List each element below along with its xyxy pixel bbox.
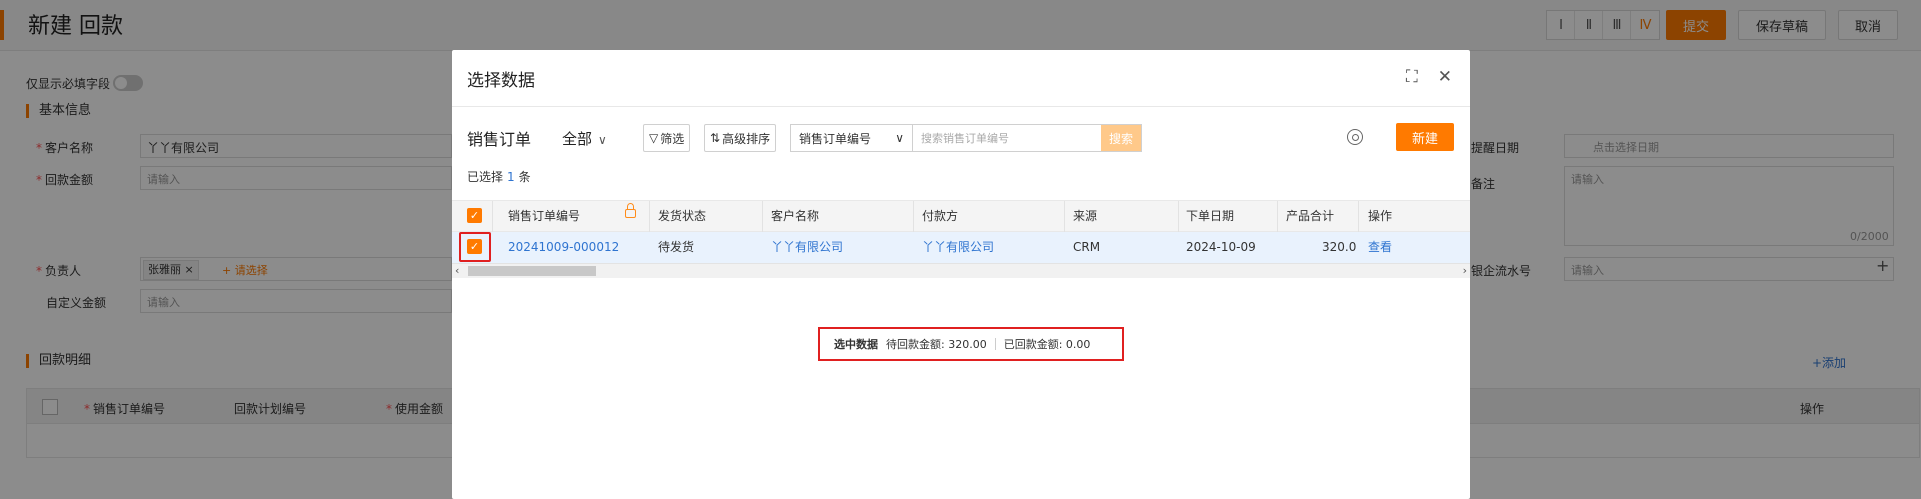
scope-dropdown[interactable]: 全部 ∨	[562, 128, 607, 149]
product-total-cell: 320.0	[1322, 240, 1357, 254]
search-group: 销售订单编号 ∨ 搜索销售订单编号 搜索	[790, 124, 1142, 152]
new-button[interactable]: 新建	[1396, 123, 1454, 151]
scroll-right-icon[interactable]: ›	[1463, 264, 1467, 278]
scroll-left-icon[interactable]: ‹	[455, 264, 459, 278]
settings-gear-icon[interactable]	[1347, 129, 1363, 145]
selected-summary: 选中数据 待回款金额: 320.00 已回款金额: 0.00	[818, 327, 1124, 361]
received-amount: 已回款金额: 0.00	[1003, 338, 1091, 351]
chevron-down-icon: ∨	[598, 133, 607, 147]
modal-window-controls: ⛶ ✕	[1406, 68, 1452, 86]
col-customer: 客户名称	[771, 209, 820, 223]
advanced-sort-button[interactable]: ⇅ 高级排序	[704, 124, 777, 152]
col-payer: 付款方	[922, 209, 959, 223]
order-no-link[interactable]: 20241009-000012	[508, 232, 619, 262]
col-action: 操作	[1368, 209, 1393, 223]
modal-title: 选择数据	[467, 71, 535, 91]
search-input[interactable]: 搜索销售订单编号	[913, 125, 1101, 151]
filter-button[interactable]: ▽ 筛选	[643, 124, 691, 152]
selected-count: 已选择 1 条	[467, 170, 531, 184]
lock-icon	[625, 203, 636, 218]
pending-amount: 待回款金额: 320.00	[886, 338, 987, 351]
summary-title: 选中数据	[834, 338, 878, 351]
col-order-date: 下单日期	[1186, 209, 1235, 223]
grid-header: ✓ 销售订单编号 发货状态 客户名称 付款方 来源 下单日期 产品合计 操作	[452, 200, 1470, 233]
fullscreen-icon[interactable]: ⛶	[1406, 68, 1418, 86]
col-source: 来源	[1073, 209, 1098, 223]
select-all-checkbox[interactable]: ✓	[467, 208, 482, 223]
horizontal-scrollbar[interactable]: ‹ ›	[452, 264, 1470, 278]
scrollbar-thumb[interactable]	[468, 266, 596, 276]
payer-link[interactable]: 丫丫有限公司	[922, 232, 994, 262]
col-product-total: 产品合计	[1286, 209, 1335, 223]
search-button[interactable]: 搜索	[1101, 125, 1141, 151]
sort-icon: ⇅	[710, 131, 721, 145]
row-checkbox-highlight	[459, 232, 491, 262]
order-date-cell: 2024-10-09	[1186, 240, 1256, 254]
ship-status-cell: 待发货	[658, 240, 695, 254]
chevron-down-icon: ∨	[895, 131, 904, 145]
modal-divider	[452, 106, 1470, 107]
source-cell: CRM	[1073, 240, 1101, 254]
search-field-select[interactable]: 销售订单编号 ∨	[791, 125, 913, 151]
object-name: 销售订单	[467, 130, 532, 149]
col-ship-status: 发货状态	[658, 209, 707, 223]
customer-link[interactable]: 丫丫有限公司	[771, 232, 843, 262]
table-row[interactable]: ✓ 20241009-000012 待发货 丫丫有限公司 丫丫有限公司 CRM …	[452, 232, 1470, 264]
filter-icon: ▽	[649, 131, 659, 145]
view-link[interactable]: 查看	[1368, 232, 1392, 262]
close-icon[interactable]: ✕	[1438, 68, 1452, 86]
select-data-modal: 选择数据 ⛶ ✕ 销售订单 全部 ∨ ▽ 筛选 ⇅ 高级排序 销售订单编号 ∨ 搜索销售…	[452, 50, 1470, 499]
col-order-no: 销售订单编号	[508, 209, 581, 223]
